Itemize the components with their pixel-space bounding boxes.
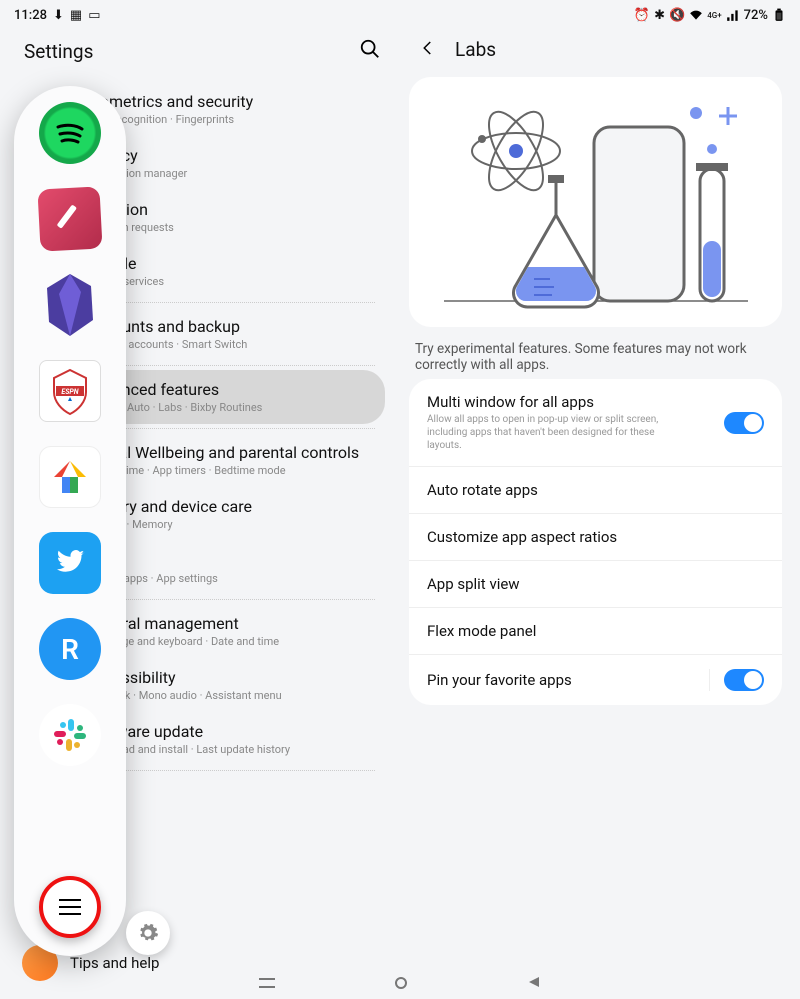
labs-item-pin-apps[interactable]: Pin your favorite apps [409,655,782,705]
app-icon-google-home[interactable] [39,446,101,508]
chevron-left-icon [419,39,437,57]
mute-icon: 🔇 [669,8,685,23]
screenshot-icon: ▭ [88,8,100,23]
labs-item-multi-window[interactable]: Multi window for all apps Allow all apps… [409,379,782,467]
divider [86,428,375,429]
download-icon: ⬇ [53,8,64,23]
divider [86,302,375,303]
divider [86,770,375,771]
labs-item-split-view[interactable]: App split view [409,561,782,608]
labs-illustration [436,91,756,321]
nav-back-button[interactable] [527,974,541,993]
network-type: 4G+ [707,11,721,20]
battery-percent: 72% [744,8,768,23]
app-icon-twitter[interactable] [39,532,101,594]
labs-illustration-card [409,77,782,327]
svg-text:ESPN: ESPN [61,388,78,396]
divider [86,599,375,600]
app-icon-samsung-notes[interactable] [37,186,102,251]
back-button[interactable] [419,39,437,61]
labs-item-aspect-ratios[interactable]: Customize app aspect ratios [409,514,782,561]
search-icon [359,38,381,60]
labs-options-card: Multi window for all apps Allow all apps… [409,379,782,705]
labs-title: Labs [455,38,496,61]
app-icon-slack[interactable] [39,704,101,766]
edge-panel-all-apps-button[interactable] [39,876,101,938]
alarm-icon: ⏰ [634,8,650,23]
divider [86,365,375,366]
edge-panel-settings-button[interactable] [126,911,170,955]
labs-item-auto-rotate[interactable]: Auto rotate apps [409,467,782,514]
search-button[interactable] [359,38,381,64]
app-icon-espn[interactable]: ESPN [39,360,101,422]
settings-title: Settings [24,40,93,63]
labs-description: Try experimental features. Some features… [409,341,782,379]
signal-icon [726,8,740,22]
toggle-multi-window[interactable] [724,412,764,434]
app-icon-r-app[interactable]: R [39,618,101,680]
nav-recents-button[interactable] [259,978,275,988]
gear-icon [137,922,159,944]
labs-pane: Labs [395,30,800,999]
app-icon-spotify[interactable] [39,102,101,164]
bluetooth-icon: ✱ [654,8,665,23]
wifi-icon [689,8,703,22]
labs-item-flex-mode[interactable]: Flex mode panel [409,608,782,655]
battery-icon [772,8,786,22]
edge-panel[interactable]: ESPN R [14,86,126,956]
nav-home-button[interactable] [395,977,407,989]
toggle-pin-apps[interactable] [724,669,764,691]
status-bar: 11:28 ⬇ ▦ ▭ ⏰ ✱ 🔇 4G+ 72% [0,0,800,30]
status-time: 11:28 [14,8,47,23]
app-icon-obsidian[interactable] [39,274,101,336]
system-nav-bar [0,971,800,995]
apps-icon: ▦ [70,8,82,23]
